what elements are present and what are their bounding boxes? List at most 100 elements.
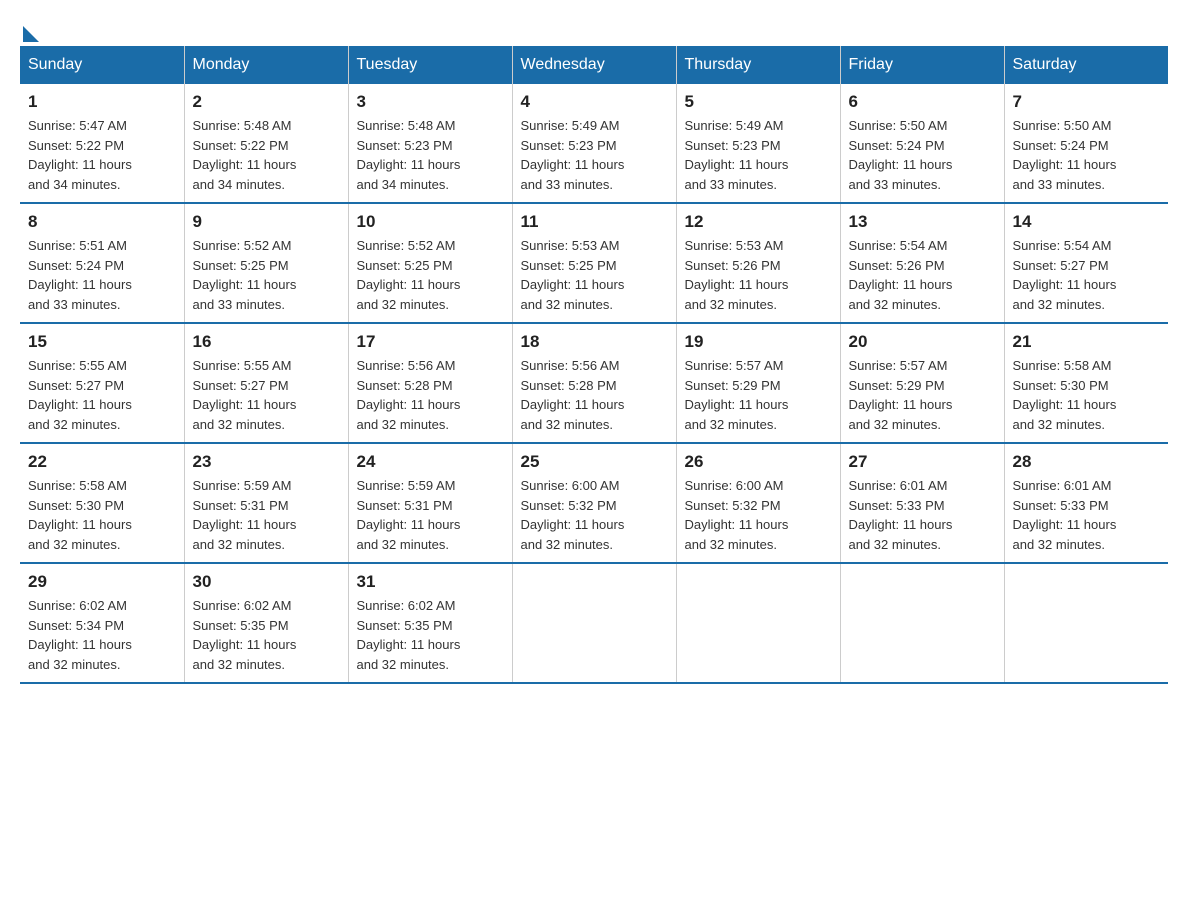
day-info: Sunrise: 5:53 AM Sunset: 5:26 PM Dayligh… bbox=[685, 236, 832, 314]
day-info: Sunrise: 5:50 AM Sunset: 5:24 PM Dayligh… bbox=[849, 116, 996, 194]
calendar-cell: 29 Sunrise: 6:02 AM Sunset: 5:34 PM Dayl… bbox=[20, 563, 184, 683]
day-info: Sunrise: 6:01 AM Sunset: 5:33 PM Dayligh… bbox=[1013, 476, 1161, 554]
day-info: Sunrise: 5:48 AM Sunset: 5:22 PM Dayligh… bbox=[193, 116, 340, 194]
calendar-cell: 22 Sunrise: 5:58 AM Sunset: 5:30 PM Dayl… bbox=[20, 443, 184, 563]
calendar-cell: 17 Sunrise: 5:56 AM Sunset: 5:28 PM Dayl… bbox=[348, 323, 512, 443]
day-info: Sunrise: 5:57 AM Sunset: 5:29 PM Dayligh… bbox=[685, 356, 832, 434]
week-row-5: 29 Sunrise: 6:02 AM Sunset: 5:34 PM Dayl… bbox=[20, 563, 1168, 683]
calendar-table: SundayMondayTuesdayWednesdayThursdayFrid… bbox=[20, 46, 1168, 684]
day-info: Sunrise: 5:52 AM Sunset: 5:25 PM Dayligh… bbox=[193, 236, 340, 314]
calendar-cell: 30 Sunrise: 6:02 AM Sunset: 5:35 PM Dayl… bbox=[184, 563, 348, 683]
calendar-cell: 27 Sunrise: 6:01 AM Sunset: 5:33 PM Dayl… bbox=[840, 443, 1004, 563]
day-info: Sunrise: 5:49 AM Sunset: 5:23 PM Dayligh… bbox=[521, 116, 668, 194]
day-number: 15 bbox=[28, 332, 176, 352]
day-header-thursday: Thursday bbox=[676, 46, 840, 84]
week-row-3: 15 Sunrise: 5:55 AM Sunset: 5:27 PM Dayl… bbox=[20, 323, 1168, 443]
day-info: Sunrise: 6:01 AM Sunset: 5:33 PM Dayligh… bbox=[849, 476, 996, 554]
day-number: 31 bbox=[357, 572, 504, 592]
page-header bbox=[20, 20, 1168, 36]
day-info: Sunrise: 5:55 AM Sunset: 5:27 PM Dayligh… bbox=[28, 356, 176, 434]
day-header-friday: Friday bbox=[840, 46, 1004, 84]
day-info: Sunrise: 6:00 AM Sunset: 5:32 PM Dayligh… bbox=[521, 476, 668, 554]
day-number: 3 bbox=[357, 92, 504, 112]
calendar-cell: 3 Sunrise: 5:48 AM Sunset: 5:23 PM Dayli… bbox=[348, 84, 512, 203]
day-number: 25 bbox=[521, 452, 668, 472]
day-number: 16 bbox=[193, 332, 340, 352]
day-info: Sunrise: 5:59 AM Sunset: 5:31 PM Dayligh… bbox=[193, 476, 340, 554]
day-header-saturday: Saturday bbox=[1004, 46, 1168, 84]
day-number: 18 bbox=[521, 332, 668, 352]
day-info: Sunrise: 5:56 AM Sunset: 5:28 PM Dayligh… bbox=[357, 356, 504, 434]
day-info: Sunrise: 5:53 AM Sunset: 5:25 PM Dayligh… bbox=[521, 236, 668, 314]
calendar-cell: 8 Sunrise: 5:51 AM Sunset: 5:24 PM Dayli… bbox=[20, 203, 184, 323]
calendar-cell: 9 Sunrise: 5:52 AM Sunset: 5:25 PM Dayli… bbox=[184, 203, 348, 323]
calendar-cell: 16 Sunrise: 5:55 AM Sunset: 5:27 PM Dayl… bbox=[184, 323, 348, 443]
day-info: Sunrise: 5:55 AM Sunset: 5:27 PM Dayligh… bbox=[193, 356, 340, 434]
day-info: Sunrise: 6:02 AM Sunset: 5:35 PM Dayligh… bbox=[357, 596, 504, 674]
calendar-cell bbox=[840, 563, 1004, 683]
day-info: Sunrise: 5:51 AM Sunset: 5:24 PM Dayligh… bbox=[28, 236, 176, 314]
day-info: Sunrise: 6:00 AM Sunset: 5:32 PM Dayligh… bbox=[685, 476, 832, 554]
day-info: Sunrise: 5:58 AM Sunset: 5:30 PM Dayligh… bbox=[1013, 356, 1161, 434]
week-row-2: 8 Sunrise: 5:51 AM Sunset: 5:24 PM Dayli… bbox=[20, 203, 1168, 323]
day-info: Sunrise: 5:57 AM Sunset: 5:29 PM Dayligh… bbox=[849, 356, 996, 434]
day-info: Sunrise: 5:54 AM Sunset: 5:26 PM Dayligh… bbox=[849, 236, 996, 314]
day-info: Sunrise: 5:56 AM Sunset: 5:28 PM Dayligh… bbox=[521, 356, 668, 434]
calendar-cell: 6 Sunrise: 5:50 AM Sunset: 5:24 PM Dayli… bbox=[840, 84, 1004, 203]
calendar-cell: 1 Sunrise: 5:47 AM Sunset: 5:22 PM Dayli… bbox=[20, 84, 184, 203]
calendar-cell: 21 Sunrise: 5:58 AM Sunset: 5:30 PM Dayl… bbox=[1004, 323, 1168, 443]
day-info: Sunrise: 5:58 AM Sunset: 5:30 PM Dayligh… bbox=[28, 476, 176, 554]
calendar-cell: 11 Sunrise: 5:53 AM Sunset: 5:25 PM Dayl… bbox=[512, 203, 676, 323]
calendar-cell: 7 Sunrise: 5:50 AM Sunset: 5:24 PM Dayli… bbox=[1004, 84, 1168, 203]
day-number: 21 bbox=[1013, 332, 1161, 352]
day-info: Sunrise: 5:50 AM Sunset: 5:24 PM Dayligh… bbox=[1013, 116, 1161, 194]
day-header-monday: Monday bbox=[184, 46, 348, 84]
calendar-cell: 14 Sunrise: 5:54 AM Sunset: 5:27 PM Dayl… bbox=[1004, 203, 1168, 323]
calendar-cell bbox=[676, 563, 840, 683]
day-number: 4 bbox=[521, 92, 668, 112]
day-number: 14 bbox=[1013, 212, 1161, 232]
day-number: 13 bbox=[849, 212, 996, 232]
calendar-cell: 28 Sunrise: 6:01 AM Sunset: 5:33 PM Dayl… bbox=[1004, 443, 1168, 563]
day-header-tuesday: Tuesday bbox=[348, 46, 512, 84]
calendar-cell: 24 Sunrise: 5:59 AM Sunset: 5:31 PM Dayl… bbox=[348, 443, 512, 563]
day-info: Sunrise: 5:59 AM Sunset: 5:31 PM Dayligh… bbox=[357, 476, 504, 554]
day-info: Sunrise: 5:54 AM Sunset: 5:27 PM Dayligh… bbox=[1013, 236, 1161, 314]
calendar-cell: 26 Sunrise: 6:00 AM Sunset: 5:32 PM Dayl… bbox=[676, 443, 840, 563]
day-header-wednesday: Wednesday bbox=[512, 46, 676, 84]
day-number: 29 bbox=[28, 572, 176, 592]
calendar-cell: 19 Sunrise: 5:57 AM Sunset: 5:29 PM Dayl… bbox=[676, 323, 840, 443]
day-number: 26 bbox=[685, 452, 832, 472]
calendar-body: 1 Sunrise: 5:47 AM Sunset: 5:22 PM Dayli… bbox=[20, 84, 1168, 683]
week-row-4: 22 Sunrise: 5:58 AM Sunset: 5:30 PM Dayl… bbox=[20, 443, 1168, 563]
day-number: 10 bbox=[357, 212, 504, 232]
calendar-cell: 20 Sunrise: 5:57 AM Sunset: 5:29 PM Dayl… bbox=[840, 323, 1004, 443]
day-number: 5 bbox=[685, 92, 832, 112]
calendar-cell: 18 Sunrise: 5:56 AM Sunset: 5:28 PM Dayl… bbox=[512, 323, 676, 443]
day-number: 22 bbox=[28, 452, 176, 472]
day-info: Sunrise: 5:47 AM Sunset: 5:22 PM Dayligh… bbox=[28, 116, 176, 194]
day-number: 20 bbox=[849, 332, 996, 352]
calendar-cell: 13 Sunrise: 5:54 AM Sunset: 5:26 PM Dayl… bbox=[840, 203, 1004, 323]
calendar-cell bbox=[512, 563, 676, 683]
day-info: Sunrise: 5:52 AM Sunset: 5:25 PM Dayligh… bbox=[357, 236, 504, 314]
day-number: 6 bbox=[849, 92, 996, 112]
week-row-1: 1 Sunrise: 5:47 AM Sunset: 5:22 PM Dayli… bbox=[20, 84, 1168, 203]
calendar-cell: 10 Sunrise: 5:52 AM Sunset: 5:25 PM Dayl… bbox=[348, 203, 512, 323]
day-number: 2 bbox=[193, 92, 340, 112]
day-number: 30 bbox=[193, 572, 340, 592]
calendar-cell: 31 Sunrise: 6:02 AM Sunset: 5:35 PM Dayl… bbox=[348, 563, 512, 683]
day-number: 19 bbox=[685, 332, 832, 352]
day-number: 9 bbox=[193, 212, 340, 232]
calendar-cell bbox=[1004, 563, 1168, 683]
calendar-cell: 5 Sunrise: 5:49 AM Sunset: 5:23 PM Dayli… bbox=[676, 84, 840, 203]
day-number: 23 bbox=[193, 452, 340, 472]
day-number: 17 bbox=[357, 332, 504, 352]
logo bbox=[20, 20, 39, 36]
calendar-cell: 23 Sunrise: 5:59 AM Sunset: 5:31 PM Dayl… bbox=[184, 443, 348, 563]
calendar-cell: 15 Sunrise: 5:55 AM Sunset: 5:27 PM Dayl… bbox=[20, 323, 184, 443]
day-info: Sunrise: 6:02 AM Sunset: 5:34 PM Dayligh… bbox=[28, 596, 176, 674]
day-headers-row: SundayMondayTuesdayWednesdayThursdayFrid… bbox=[20, 46, 1168, 84]
day-info: Sunrise: 5:48 AM Sunset: 5:23 PM Dayligh… bbox=[357, 116, 504, 194]
day-number: 11 bbox=[521, 212, 668, 232]
